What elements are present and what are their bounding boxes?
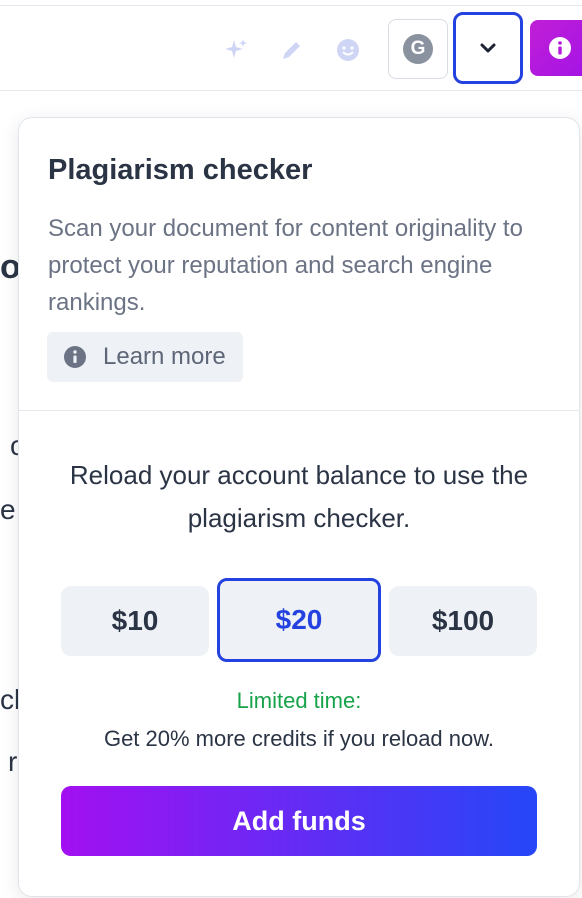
popup-title: Plagiarism checker <box>48 154 313 186</box>
sparkle-icon[interactable] <box>223 37 249 63</box>
toolbar-top-edge <box>0 0 582 6</box>
section-divider <box>19 410 579 411</box>
info-icon <box>64 346 86 368</box>
add-funds-button[interactable]: Add funds <box>61 786 537 856</box>
plagiarism-checker-popup: Plagiarism checker Scan your document fo… <box>18 117 580 897</box>
amount-option-10[interactable]: $10 <box>61 586 209 656</box>
popup-description: Scan your document for content originali… <box>48 215 523 316</box>
chevron-down-icon <box>480 43 496 53</box>
smiley-icon[interactable] <box>335 37 361 63</box>
info-icon <box>549 37 571 59</box>
grammarly-button[interactable]: G <box>388 19 448 79</box>
limited-time-label: Limited time: <box>236 688 362 713</box>
background-text-fragment: cli <box>0 684 20 715</box>
pen-icon[interactable] <box>279 37 305 63</box>
amount-option-20[interactable]: $20 <box>217 578 381 662</box>
reload-message: Reload your account balance to use the p… <box>69 460 529 533</box>
background-heading-fragment: ou <box>0 248 20 286</box>
learn-more-button[interactable]: Learn more <box>47 332 243 382</box>
background-text-fragment: e <box>0 494 16 525</box>
dropdown-toggle-button[interactable] <box>453 12 523 84</box>
info-button[interactable] <box>530 20 582 76</box>
learn-more-label: Learn more <box>103 343 226 370</box>
amount-option-100[interactable]: $100 <box>389 586 537 656</box>
bonus-offer-text: Get 20% more credits if you reload now. <box>103 726 495 751</box>
editor-toolbar: G <box>0 7 582 91</box>
grammarly-logo: G <box>403 34 433 64</box>
